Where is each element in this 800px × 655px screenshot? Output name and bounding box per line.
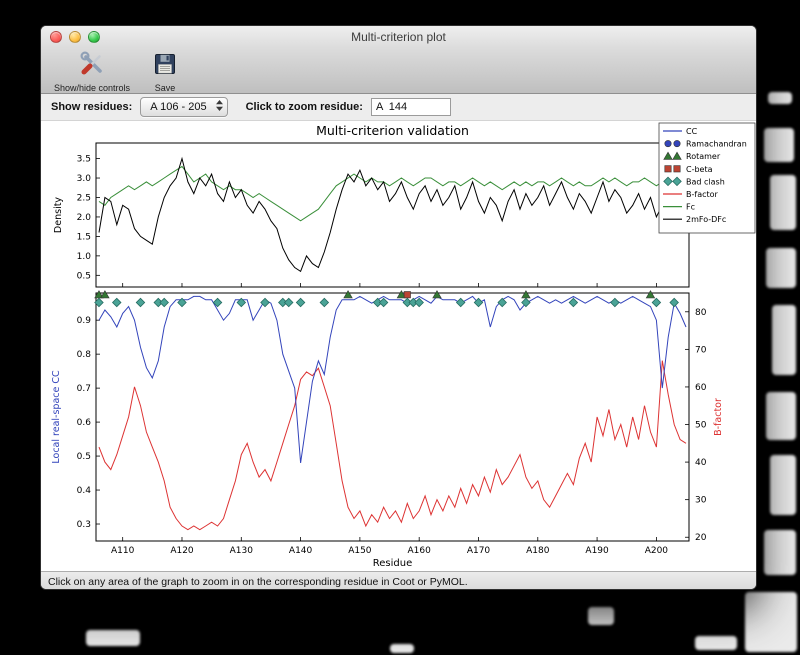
svg-text:Bad clash: Bad clash	[686, 177, 725, 186]
svg-text:Density: Density	[53, 197, 64, 233]
svg-text:0.7: 0.7	[77, 384, 91, 394]
svg-text:B-factor: B-factor	[713, 398, 724, 436]
save-label: Save	[154, 83, 176, 93]
svg-text:1.5: 1.5	[77, 232, 91, 242]
zoom-residue-input[interactable]	[370, 98, 451, 116]
svg-text:A160: A160	[408, 546, 432, 556]
svg-text:0.3: 0.3	[77, 520, 91, 530]
svg-text:CC: CC	[686, 127, 698, 136]
screen-artifact	[588, 607, 614, 625]
combo-stepper-icon	[215, 99, 224, 115]
svg-text:2.0: 2.0	[77, 213, 92, 223]
residue-range-select[interactable]: A 106 - 205	[140, 97, 228, 117]
minimize-button[interactable]	[69, 31, 81, 43]
close-button[interactable]	[50, 31, 62, 43]
svg-text:0.8: 0.8	[77, 350, 92, 360]
screen-artifact	[764, 530, 796, 575]
svg-text:30: 30	[695, 496, 707, 506]
svg-text:Multi-criterion validation: Multi-criterion validation	[316, 123, 469, 138]
screen-artifact	[772, 305, 796, 375]
svg-text:C-beta: C-beta	[686, 165, 713, 174]
screen-artifact	[766, 248, 796, 288]
svg-text:A170: A170	[467, 546, 491, 556]
save-button[interactable]: Save	[149, 50, 181, 94]
zoom-button[interactable]	[88, 31, 100, 43]
multi-criterion-plot[interactable]: Multi-criterion validation A110 A120 A130 A1…	[41, 121, 756, 571]
svg-text:50: 50	[695, 421, 707, 431]
svg-text:0.6: 0.6	[77, 418, 92, 428]
window-title: Multi-criterion plot	[351, 30, 446, 44]
screen-artifact	[695, 636, 737, 650]
screen-artifact	[86, 630, 140, 646]
svg-text:Ramachandran: Ramachandran	[686, 140, 747, 149]
svg-text:1.0: 1.0	[77, 252, 92, 262]
svg-text:3.0: 3.0	[77, 174, 92, 184]
svg-text:2mFo-DFc: 2mFo-DFc	[686, 215, 726, 224]
plot-figure: Multi-criterion validation A110 A120 A130 A1…	[41, 121, 756, 571]
screen-artifact	[764, 128, 794, 162]
svg-text:Residue: Residue	[373, 558, 412, 569]
tools-icon	[79, 51, 105, 82]
svg-text:60: 60	[695, 383, 707, 393]
svg-text:A190: A190	[585, 546, 609, 556]
svg-text:A180: A180	[526, 546, 550, 556]
status-bar: Click on any area of the graph to zoom i…	[41, 571, 756, 589]
svg-text:0.5: 0.5	[77, 271, 91, 281]
svg-text:A140: A140	[289, 546, 313, 556]
save-floppy-icon	[152, 51, 178, 82]
svg-text:B-factor: B-factor	[686, 190, 719, 199]
status-text: Click on any area of the graph to zoom i…	[48, 575, 468, 588]
screen-artifact	[770, 455, 796, 515]
show-hide-controls-label: Show/hide controls	[54, 83, 131, 93]
app-window: Multi-criterion plot Show/hide controls	[40, 25, 757, 590]
controls-row: Show residues: A 106 - 205 Click to zoom…	[41, 94, 756, 121]
svg-text:20: 20	[695, 533, 707, 543]
svg-text:A150: A150	[348, 546, 372, 556]
zoom-residue-label: Click to zoom residue:	[245, 101, 363, 113]
svg-text:A120: A120	[170, 546, 194, 556]
screen-artifact	[745, 592, 797, 652]
svg-text:80: 80	[695, 308, 707, 318]
svg-text:0.4: 0.4	[77, 486, 92, 496]
svg-text:0.9: 0.9	[77, 316, 92, 326]
residue-range-value: A 106 - 205	[150, 101, 207, 113]
svg-text:2.5: 2.5	[77, 193, 91, 203]
screen-artifact	[766, 392, 796, 440]
svg-text:70: 70	[695, 345, 707, 355]
traffic-lights	[50, 31, 100, 43]
screen-artifact	[390, 644, 414, 653]
title-bar[interactable]: Multi-criterion plot	[41, 26, 756, 48]
svg-text:40: 40	[695, 458, 707, 468]
svg-text:0.5: 0.5	[77, 452, 91, 462]
toolbar: Show/hide controls Save	[41, 48, 756, 94]
svg-text:Local real-space CC: Local real-space CC	[51, 370, 62, 464]
svg-text:Rotamer: Rotamer	[686, 152, 721, 161]
svg-text:Fc: Fc	[686, 203, 695, 212]
screen-artifact	[770, 175, 796, 230]
svg-text:3.5: 3.5	[77, 155, 91, 165]
svg-text:A110: A110	[111, 546, 135, 556]
show-residues-label: Show residues:	[51, 101, 133, 113]
screen-artifact	[768, 92, 792, 104]
svg-text:A200: A200	[645, 546, 669, 556]
svg-text:A130: A130	[230, 546, 254, 556]
show-hide-controls-button[interactable]: Show/hide controls	[51, 50, 133, 94]
